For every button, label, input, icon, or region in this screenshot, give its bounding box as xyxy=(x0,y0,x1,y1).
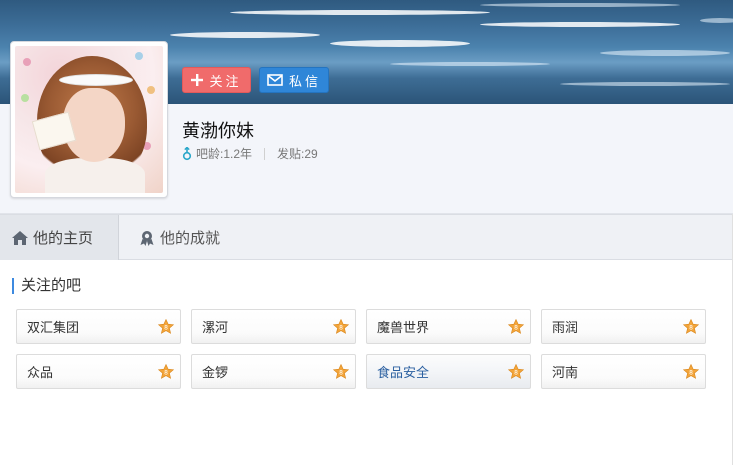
followed-bar-name: 双汇集团 xyxy=(27,320,80,335)
avatar[interactable] xyxy=(10,41,168,198)
follow-button-label: 关注 xyxy=(209,73,242,89)
followed-bar-item[interactable]: 双汇集团 8 xyxy=(16,309,181,344)
private-message-button[interactable]: 私信 xyxy=(259,67,329,93)
username: 黄渤你妹 xyxy=(182,121,254,141)
followed-bar-item[interactable]: 河南 8 xyxy=(541,354,706,389)
profile-meta: 吧龄:1.2年 发贴:29 xyxy=(182,145,318,162)
tab-achievements-label: 他的成就 xyxy=(160,230,221,247)
followed-bar-name: 食品安全 xyxy=(377,365,430,380)
bar-level-star-icon: 8 xyxy=(508,319,524,334)
section-title-followed-bars: 关注的吧 xyxy=(12,278,81,294)
followed-bar-item-hovered[interactable]: 食品安全 8 xyxy=(366,354,531,389)
followed-bar-item[interactable]: 众品 8 xyxy=(16,354,181,389)
private-message-button-label: 私信 xyxy=(288,73,321,89)
tab-home-label: 他的主页 xyxy=(33,230,94,247)
followed-bar-item[interactable]: 魔兽世界 8 xyxy=(366,309,531,344)
svg-text:8: 8 xyxy=(164,370,168,377)
post-count: 发贴:29 xyxy=(277,147,318,161)
followed-bar-name: 漯河 xyxy=(202,320,229,335)
svg-text:8: 8 xyxy=(514,325,518,332)
followed-bar-item[interactable]: 雨润 8 xyxy=(541,309,706,344)
bar-level-star-icon: 8 xyxy=(333,364,349,379)
followed-bar-item[interactable]: 金锣 8 xyxy=(191,354,356,389)
avatar-image xyxy=(15,46,163,193)
followed-bar-name: 金锣 xyxy=(202,365,229,380)
achievement-badge-icon xyxy=(140,230,154,246)
bar-age: 吧龄:1.2年 xyxy=(196,147,253,161)
svg-text:8: 8 xyxy=(164,325,168,332)
home-icon xyxy=(12,230,28,245)
bar-level-star-icon: 8 xyxy=(683,319,699,334)
tab-achievements[interactable]: 他的成就 xyxy=(119,215,220,260)
tab-home[interactable]: 他的主页 xyxy=(0,215,119,260)
followed-bar-item[interactable]: 漯河 8 xyxy=(191,309,356,344)
bar-level-star-icon: 8 xyxy=(683,364,699,379)
followed-bar-name: 魔兽世界 xyxy=(377,320,430,335)
bar-level-star-icon: 8 xyxy=(158,364,174,379)
male-gender-icon xyxy=(182,146,192,160)
envelope-icon xyxy=(267,74,283,86)
meta-divider xyxy=(264,147,266,160)
followed-bar-name: 众品 xyxy=(27,365,54,380)
svg-text:8: 8 xyxy=(514,370,518,377)
follow-button[interactable]: 关注 xyxy=(182,67,251,93)
profile-tabs: 他的主页 他的成就 xyxy=(0,214,733,260)
followed-bar-name: 河南 xyxy=(552,365,579,380)
svg-text:8: 8 xyxy=(689,370,693,377)
svg-text:8: 8 xyxy=(339,325,343,332)
svg-text:8: 8 xyxy=(689,325,693,332)
bar-level-star-icon: 8 xyxy=(333,319,349,334)
plus-icon xyxy=(191,74,204,86)
svg-text:8: 8 xyxy=(339,370,343,377)
followed-bar-name: 雨润 xyxy=(552,320,579,335)
bar-level-star-icon: 8 xyxy=(508,364,524,379)
bar-level-star-icon: 8 xyxy=(158,319,174,334)
